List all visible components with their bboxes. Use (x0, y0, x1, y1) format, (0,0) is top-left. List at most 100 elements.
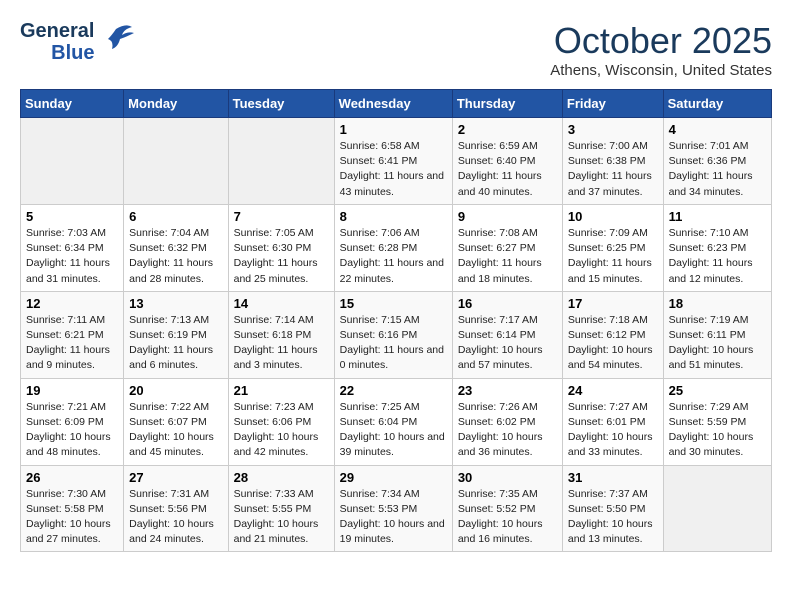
day-info: Sunrise: 7:17 AMSunset: 6:14 PMDaylight:… (458, 313, 557, 374)
day-info: Sunrise: 7:27 AMSunset: 6:01 PMDaylight:… (568, 400, 658, 461)
calendar-cell: 1 Sunrise: 6:58 AMSunset: 6:41 PMDaylight… (334, 118, 452, 205)
calendar-cell: 20 Sunrise: 7:22 AMSunset: 6:07 PMDayligh… (124, 378, 228, 465)
day-number: 20 (129, 383, 222, 398)
day-number: 18 (669, 296, 766, 311)
day-info: Sunrise: 7:00 AMSunset: 6:38 PMDaylight:… (568, 139, 658, 200)
calendar-cell (124, 118, 228, 205)
logo: General Blue (20, 20, 134, 64)
day-number: 8 (340, 209, 447, 224)
day-number: 26 (26, 470, 118, 485)
day-info: Sunrise: 7:05 AMSunset: 6:30 PMDaylight:… (234, 226, 329, 287)
day-number: 25 (669, 383, 766, 398)
month-title: October 2025 (550, 20, 772, 62)
day-info: Sunrise: 7:19 AMSunset: 6:11 PMDaylight:… (669, 313, 766, 374)
day-info: Sunrise: 7:08 AMSunset: 6:27 PMDaylight:… (458, 226, 557, 287)
day-info: Sunrise: 7:33 AMSunset: 5:55 PMDaylight:… (234, 487, 329, 548)
day-number: 12 (26, 296, 118, 311)
day-number: 6 (129, 209, 222, 224)
day-number: 22 (340, 383, 447, 398)
day-info: Sunrise: 7:04 AMSunset: 6:32 PMDaylight:… (129, 226, 222, 287)
day-header-friday: Friday (562, 90, 663, 118)
logo-general: General (20, 20, 94, 42)
calendar-cell: 11Sunrise: 7:10 AMSunset: 6:23 PMDayligh… (663, 204, 771, 291)
day-info: Sunrise: 7:01 AMSunset: 6:36 PMDaylight:… (669, 139, 766, 200)
day-info: Sunrise: 7:31 AMSunset: 5:56 PMDaylight:… (129, 487, 222, 548)
day-number: 7 (234, 209, 329, 224)
calendar-cell: 18 Sunrise: 7:19 AMSunset: 6:11 PMDayligh… (663, 291, 771, 378)
day-number: 15 (340, 296, 447, 311)
calendar-week-5: 26 Sunrise: 7:30 AMSunset: 5:58 PMDayligh… (21, 465, 772, 552)
day-info: Sunrise: 7:09 AMSunset: 6:25 PMDaylight:… (568, 226, 658, 287)
day-header-saturday: Saturday (663, 90, 771, 118)
calendar-cell: 10Sunrise: 7:09 AMSunset: 6:25 PMDayligh… (562, 204, 663, 291)
calendar-cell: 8 Sunrise: 7:06 AMSunset: 6:28 PMDaylight… (334, 204, 452, 291)
day-number: 29 (340, 470, 447, 485)
day-info: Sunrise: 7:35 AMSunset: 5:52 PMDaylight:… (458, 487, 557, 548)
day-info: Sunrise: 7:37 AMSunset: 5:50 PMDaylight:… (568, 487, 658, 548)
logo-blue: Blue (51, 42, 94, 64)
day-info: Sunrise: 7:18 AMSunset: 6:12 PMDaylight:… (568, 313, 658, 374)
day-info: Sunrise: 7:23 AMSunset: 6:06 PMDaylight:… (234, 400, 329, 461)
calendar-cell: 9 Sunrise: 7:08 AMSunset: 6:27 PMDaylight… (452, 204, 562, 291)
calendar-cell: 22Sunrise: 7:25 AMSunset: 6:04 PMDayligh… (334, 378, 452, 465)
day-number: 21 (234, 383, 329, 398)
day-number: 17 (568, 296, 658, 311)
day-number: 11 (669, 209, 766, 224)
day-number: 4 (669, 122, 766, 137)
day-info: Sunrise: 7:15 AMSunset: 6:16 PMDaylight:… (340, 313, 447, 374)
day-number: 9 (458, 209, 557, 224)
day-header-thursday: Thursday (452, 90, 562, 118)
day-info: Sunrise: 7:03 AMSunset: 6:34 PMDaylight:… (26, 226, 118, 287)
day-number: 23 (458, 383, 557, 398)
calendar-cell: 26 Sunrise: 7:30 AMSunset: 5:58 PMDayligh… (21, 465, 124, 552)
calendar-cell: 15 Sunrise: 7:15 AMSunset: 6:16 PMDayligh… (334, 291, 452, 378)
day-info: Sunrise: 7:22 AMSunset: 6:07 PMDaylight:… (129, 400, 222, 461)
day-info: Sunrise: 7:34 AMSunset: 5:53 PMDaylight:… (340, 487, 447, 548)
day-info: Sunrise: 7:11 AMSunset: 6:21 PMDaylight:… (26, 313, 118, 374)
calendar-cell: 30 Sunrise: 7:35 AMSunset: 5:52 PMDayligh… (452, 465, 562, 552)
day-number: 1 (340, 122, 447, 137)
day-number: 14 (234, 296, 329, 311)
calendar-cell: 3Sunrise: 7:00 AMSunset: 6:38 PMDaylight… (562, 118, 663, 205)
day-header-sunday: Sunday (21, 90, 124, 118)
day-info: Sunrise: 7:14 AMSunset: 6:18 PMDaylight:… (234, 313, 329, 374)
day-info: Sunrise: 6:59 AMSunset: 6:40 PMDaylight:… (458, 139, 557, 200)
day-number: 28 (234, 470, 329, 485)
calendar-cell: 5 Sunrise: 7:03 AMSunset: 6:34 PMDaylight… (21, 204, 124, 291)
day-number: 2 (458, 122, 557, 137)
day-number: 27 (129, 470, 222, 485)
day-number: 30 (458, 470, 557, 485)
calendar-cell: 4 Sunrise: 7:01 AMSunset: 6:36 PMDaylight… (663, 118, 771, 205)
calendar-cell: 24Sunrise: 7:27 AMSunset: 6:01 PMDayligh… (562, 378, 663, 465)
day-header-monday: Monday (124, 90, 228, 118)
calendar-cell: 13 Sunrise: 7:13 AMSunset: 6:19 PMDayligh… (124, 291, 228, 378)
day-info: Sunrise: 7:06 AMSunset: 6:28 PMDaylight:… (340, 226, 447, 287)
day-info: Sunrise: 7:13 AMSunset: 6:19 PMDaylight:… (129, 313, 222, 374)
calendar-cell: 2 Sunrise: 6:59 AMSunset: 6:40 PMDaylight… (452, 118, 562, 205)
calendar-week-3: 12 Sunrise: 7:11 AMSunset: 6:21 PMDayligh… (21, 291, 772, 378)
calendar-week-1: 1 Sunrise: 6:58 AMSunset: 6:41 PMDaylight… (21, 118, 772, 205)
day-number: 19 (26, 383, 118, 398)
calendar-cell: 19Sunrise: 7:21 AMSunset: 6:09 PMDayligh… (21, 378, 124, 465)
calendar-cell: 16 Sunrise: 7:17 AMSunset: 6:14 PMDayligh… (452, 291, 562, 378)
calendar-week-4: 19Sunrise: 7:21 AMSunset: 6:09 PMDayligh… (21, 378, 772, 465)
calendar-table: SundayMondayTuesdayWednesdayThursdayFrid… (20, 89, 772, 552)
day-info: Sunrise: 7:26 AMSunset: 6:02 PMDaylight:… (458, 400, 557, 461)
calendar-cell: 31Sunrise: 7:37 AMSunset: 5:50 PMDayligh… (562, 465, 663, 552)
location-subtitle: Athens, Wisconsin, United States (550, 62, 772, 79)
calendar-cell: 12 Sunrise: 7:11 AMSunset: 6:21 PMDayligh… (21, 291, 124, 378)
day-header-wednesday: Wednesday (334, 90, 452, 118)
calendar-cell (21, 118, 124, 205)
logo-bird-icon (98, 19, 134, 62)
day-info: Sunrise: 6:58 AMSunset: 6:41 PMDaylight:… (340, 139, 447, 200)
day-info: Sunrise: 7:30 AMSunset: 5:58 PMDaylight:… (26, 487, 118, 548)
calendar-cell (228, 118, 334, 205)
calendar-cell: 27 Sunrise: 7:31 AMSunset: 5:56 PMDayligh… (124, 465, 228, 552)
calendar-cell: 29 Sunrise: 7:34 AMSunset: 5:53 PMDayligh… (334, 465, 452, 552)
calendar-cell: 21 Sunrise: 7:23 AMSunset: 6:06 PMDayligh… (228, 378, 334, 465)
calendar-cell (663, 465, 771, 552)
day-number: 16 (458, 296, 557, 311)
day-number: 5 (26, 209, 118, 224)
day-number: 13 (129, 296, 222, 311)
title-block: October 2025 Athens, Wisconsin, United S… (550, 20, 772, 79)
